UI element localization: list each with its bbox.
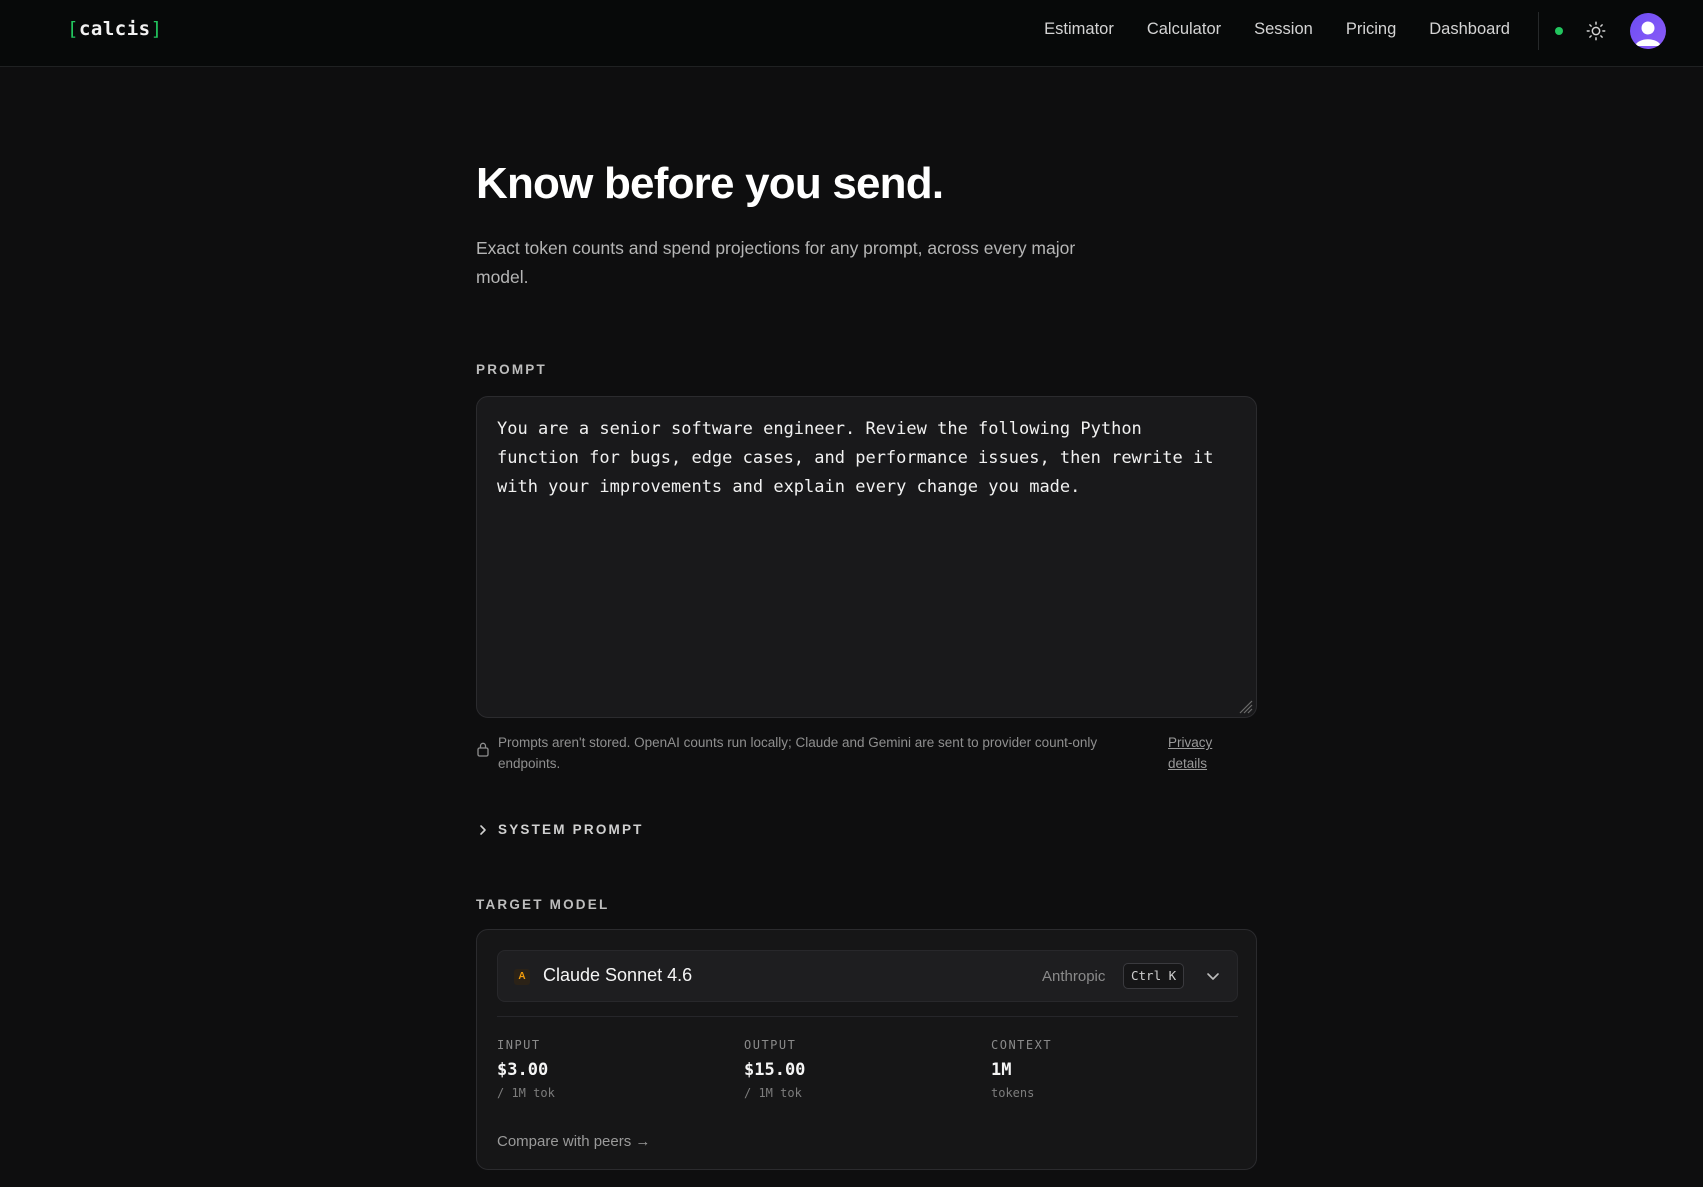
top-nav-bar: [calcis] Estimator Calculator Session Pr… bbox=[0, 0, 1703, 67]
main-content: Know before you send. Exact token counts… bbox=[476, 159, 1257, 1170]
nav-session[interactable]: Session bbox=[1254, 20, 1313, 39]
status-indicator bbox=[1555, 27, 1563, 35]
nav-estimator[interactable]: Estimator bbox=[1044, 20, 1114, 39]
logo-text: calcis bbox=[78, 18, 151, 40]
keyboard-shortcut: Ctrl K bbox=[1123, 963, 1185, 989]
target-model-label: TARGET MODEL bbox=[476, 897, 610, 912]
provider-name: Anthropic bbox=[1042, 968, 1106, 985]
card-divider bbox=[497, 1016, 1238, 1017]
theme-toggle-button[interactable] bbox=[1585, 20, 1607, 42]
stat-value: 1M bbox=[991, 1060, 1012, 1080]
nav-calculator[interactable]: Calculator bbox=[1147, 20, 1221, 39]
stat-value: $15.00 bbox=[744, 1060, 806, 1080]
privacy-note: Prompts aren't stored. OpenAI counts run… bbox=[476, 732, 1257, 774]
logo-bracket-close: ] bbox=[150, 18, 163, 40]
nav-dashboard[interactable]: Dashboard bbox=[1429, 20, 1510, 39]
stat-unit: tokens bbox=[991, 1086, 1035, 1100]
privacy-details-link[interactable]: Privacy details bbox=[1168, 732, 1228, 774]
stat-context: CONTEXT 1M tokens bbox=[991, 1038, 1238, 1100]
compare-with-peers-link[interactable]: Compare with peers → bbox=[497, 1133, 650, 1150]
stat-output: OUTPUT $15.00 / 1M tok bbox=[744, 1038, 991, 1100]
prompt-textarea[interactable]: You are a senior software engineer. Revi… bbox=[476, 396, 1257, 718]
main-nav: Estimator Calculator Session Pricing Das… bbox=[1044, 20, 1510, 39]
chevron-right-icon bbox=[480, 824, 486, 835]
user-avatar-icon bbox=[1635, 21, 1661, 46]
nav-divider bbox=[1538, 12, 1539, 50]
logo-bracket-open: [ bbox=[67, 18, 79, 40]
stat-unit: / 1M tok bbox=[744, 1086, 802, 1100]
pricing-stats: INPUT $3.00 / 1M tok OUTPUT $15.00 / 1M … bbox=[497, 1038, 1238, 1100]
sun-icon bbox=[1586, 21, 1606, 41]
prompt-text[interactable]: You are a senior software engineer. Revi… bbox=[497, 415, 1236, 502]
system-prompt-toggle[interactable]: SYSTEM PROMPT bbox=[476, 822, 644, 837]
stat-label: OUTPUT bbox=[744, 1038, 797, 1052]
prompt-label: PROMPT bbox=[476, 362, 547, 377]
lock-icon bbox=[477, 742, 489, 757]
stat-input: INPUT $3.00 / 1M tok bbox=[497, 1038, 744, 1100]
model-selector[interactable]: A Claude Sonnet 4.6 Anthropic Ctrl K bbox=[497, 950, 1238, 1002]
anthropic-logo-icon: A bbox=[514, 969, 530, 985]
stat-label: INPUT bbox=[497, 1038, 541, 1052]
model-card: A Claude Sonnet 4.6 Anthropic Ctrl K INP… bbox=[476, 929, 1257, 1170]
stat-value: $3.00 bbox=[497, 1060, 549, 1080]
privacy-text: Prompts aren't stored. OpenAI counts run… bbox=[498, 735, 1098, 771]
stat-unit: / 1M tok bbox=[497, 1086, 555, 1100]
stat-label: CONTEXT bbox=[991, 1038, 1053, 1052]
model-name: Claude Sonnet 4.6 bbox=[543, 965, 693, 985]
page-subtitle: Exact token counts and spend projections… bbox=[476, 238, 1076, 288]
page-title: Know before you send. bbox=[476, 159, 944, 208]
chevron-down-icon bbox=[1207, 973, 1219, 980]
user-avatar[interactable] bbox=[1630, 13, 1666, 49]
system-prompt-label: SYSTEM PROMPT bbox=[498, 822, 644, 837]
resize-grip-icon[interactable] bbox=[1236, 697, 1254, 715]
nav-pricing[interactable]: Pricing bbox=[1346, 20, 1396, 39]
logo[interactable]: [calcis] bbox=[67, 18, 163, 40]
